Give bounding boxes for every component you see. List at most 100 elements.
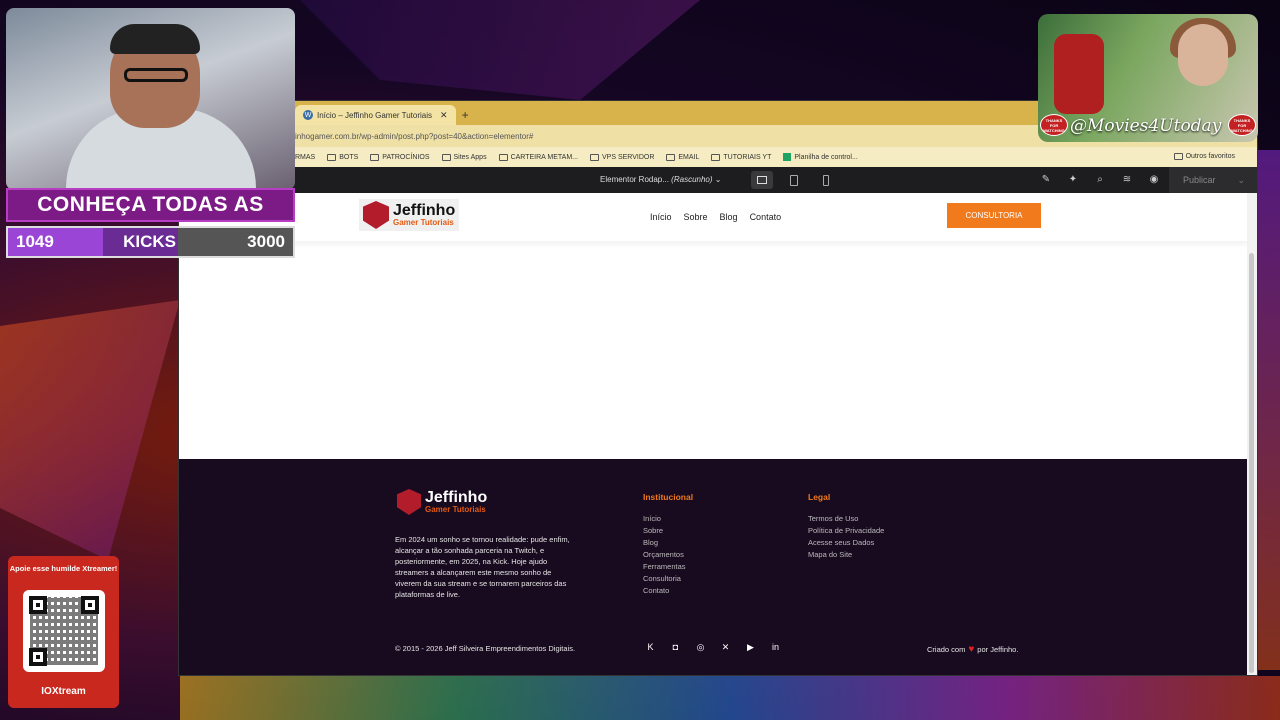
desktop-icon — [757, 176, 767, 184]
site-header: Jeffinho Gamer Tutoriais Início Sobre Bl… — [179, 193, 1249, 241]
folder-icon — [327, 153, 337, 161]
folder-icon — [370, 153, 380, 161]
site-footer: Jeffinho Gamer Tutoriais Em 2024 um sonh… — [179, 459, 1249, 675]
nav-link-inicio[interactable]: Início — [650, 212, 672, 222]
spreadsheet-icon — [783, 153, 792, 161]
folder-icon — [711, 153, 721, 161]
movie-woman-face — [1178, 24, 1228, 86]
footer-logo[interactable]: Jeffinho Gamer Tutoriais — [397, 489, 487, 515]
kicks-banner: CONHEÇA TODAS AS — [6, 188, 295, 222]
logo-shield-icon — [397, 489, 421, 515]
qr-brand: IOXtream — [41, 686, 86, 697]
document-selector[interactable]: Elementor Rodap... (Rascunho) ⌄ — [600, 175, 721, 184]
thanks-badge: THANKS FOR WATCHING — [1228, 114, 1256, 136]
folder-icon — [666, 153, 676, 161]
device-switcher — [751, 171, 847, 189]
close-tab-icon[interactable]: ✕ — [440, 110, 448, 121]
footer-link[interactable]: Contato — [643, 586, 693, 595]
kicks-current-count: 1049 — [8, 228, 103, 256]
footer-column-legal: Legal Termos de Uso Política de Privacid… — [808, 492, 884, 562]
chevron-down-icon[interactable]: ⌄ — [1238, 175, 1246, 186]
background-shard — [0, 300, 180, 560]
x-icon[interactable]: ✕ — [720, 642, 731, 653]
folder-icon — [1173, 153, 1183, 160]
bookmark-item[interactable]: TUTORIAIS YT — [711, 153, 771, 161]
heart-icon: ♥ — [968, 644, 975, 655]
bookmark-item[interactable]: EMAIL — [666, 153, 699, 161]
tab-label: Início – Jeffinho Gamer Tutoriais — [317, 110, 433, 120]
footer-link[interactable]: Consultoria — [643, 574, 693, 583]
wordpress-icon: W — [303, 110, 313, 120]
logo-title: Jeffinho — [425, 489, 488, 506]
scrollbar[interactable] — [1247, 193, 1257, 675]
logo-title: Jeffinho — [393, 202, 456, 219]
preview-eye-icon[interactable]: ◉ — [1147, 173, 1161, 187]
footer-link[interactable]: Acesse seus Dados — [808, 538, 884, 547]
qr-caption: Apoie esse humilde Xtreamer! — [9, 564, 118, 573]
publish-button[interactable]: Publicar ⌄ — [1169, 167, 1257, 193]
footer-column-title: Institucional — [643, 492, 694, 502]
footer-link[interactable]: Mapa do Site — [808, 550, 884, 559]
made-with-love: Criado com ♥ por Jeffinho. — [927, 644, 1019, 655]
kicks-goal-counter: 1049 KICKS 3000 — [6, 226, 295, 258]
bookmark-item[interactable]: Planilha de control... — [783, 153, 858, 161]
bookmark-other-favorites[interactable]: Outros favoritos — [1173, 153, 1235, 160]
scrollbar-thumb[interactable] — [1249, 253, 1254, 673]
site-logo[interactable]: Jeffinho Gamer Tutoriais — [359, 199, 460, 231]
footer-link[interactable]: Blog — [643, 538, 693, 547]
footer-link[interactable]: Orçamentos — [643, 550, 693, 559]
youtube-icon[interactable]: ▶ — [745, 642, 756, 653]
background-shard — [300, 0, 700, 100]
linkedin-icon[interactable]: in — [770, 642, 781, 653]
bookmark-item[interactable]: BOTS — [327, 153, 358, 161]
logo-subtitle: Gamer Tutoriais — [425, 505, 486, 514]
nav-link-blog[interactable]: Blog — [720, 212, 738, 222]
elementor-toolbar: Elementor Rodap... (Rascunho) ⌄ ✎ ✦ ⌕ ≋ … — [179, 167, 1257, 193]
footer-column-title: Legal — [808, 492, 831, 502]
qr-finder — [81, 596, 99, 614]
mobile-view-button[interactable] — [815, 171, 837, 189]
footer-link[interactable]: Início — [643, 514, 693, 523]
kicks-label: KICKS — [103, 228, 178, 256]
browser-window: W Início – Jeffinho Gamer Tutoriais ✕ + … — [178, 100, 1258, 676]
bookmark-item[interactable]: CARTEIRA METAM... — [498, 153, 578, 161]
footer-column-institucional: Institucional Início Sobre Blog Orçament… — [643, 492, 693, 598]
footer-link[interactable]: Termos de Uso — [808, 514, 884, 523]
donation-qr-card: Apoie esse humilde Xtreamer! IOXtream — [8, 556, 119, 708]
pen-icon[interactable]: ✎ — [1039, 173, 1053, 187]
tablet-view-button[interactable] — [783, 171, 805, 189]
folder-icon — [498, 153, 508, 161]
bookmark-item[interactable]: Sites Apps — [441, 153, 487, 161]
consultoria-button[interactable]: CONSULTORIA — [947, 203, 1041, 228]
search-icon[interactable]: ⌕ — [1093, 173, 1107, 187]
nav-link-sobre[interactable]: Sobre — [684, 212, 708, 222]
notifications-icon[interactable]: ✦ — [1066, 173, 1080, 187]
footer-link[interactable]: Sobre — [643, 526, 693, 535]
new-tab-button[interactable]: + — [462, 105, 469, 125]
copyright-text: © 2015 - 2026 Jeff Silveira Empreendimen… — [395, 644, 576, 653]
layers-icon[interactable]: ≋ — [1120, 173, 1134, 187]
mobile-icon — [823, 174, 829, 186]
chevron-down-icon: ⌄ — [714, 175, 722, 184]
bookmark-item[interactable]: VPS SERVIDOR — [590, 153, 654, 161]
url-text: inhogamer.com.br/wp-admin/post.php?post=… — [295, 131, 534, 141]
logo-shield-icon — [363, 201, 389, 229]
tab-active[interactable]: W Início – Jeffinho Gamer Tutoriais ✕ — [295, 105, 456, 125]
instagram-icon[interactable]: ◎ — [695, 642, 706, 653]
footer-link[interactable]: Ferramentas — [643, 562, 693, 571]
bookmarks-bar: RMAS BOTS PATROCÍNIOS Sites Apps CARTEIR… — [179, 147, 1257, 167]
bookmark-item[interactable]: PATROCÍNIOS — [370, 153, 430, 161]
nav-link-contato[interactable]: Contato — [750, 212, 782, 222]
footer-link[interactable]: Política de Privacidade — [808, 526, 884, 535]
desktop-view-button[interactable] — [751, 171, 773, 189]
webcam-person-hair — [110, 24, 200, 54]
social-links: K ◘ ◎ ✕ ▶ in — [645, 642, 795, 653]
webcam-feed — [6, 8, 295, 190]
main-nav: Início Sobre Blog Contato — [650, 212, 793, 222]
kick-icon[interactable]: K — [645, 642, 656, 653]
footer-about-text: Em 2024 um sonho se tornou realidade: pu… — [395, 535, 570, 599]
bookmark-item[interactable]: RMAS — [295, 154, 315, 161]
kicks-goal-count: 3000 — [247, 232, 285, 251]
background-shard — [1258, 150, 1280, 670]
twitch-icon[interactable]: ◘ — [670, 642, 681, 653]
